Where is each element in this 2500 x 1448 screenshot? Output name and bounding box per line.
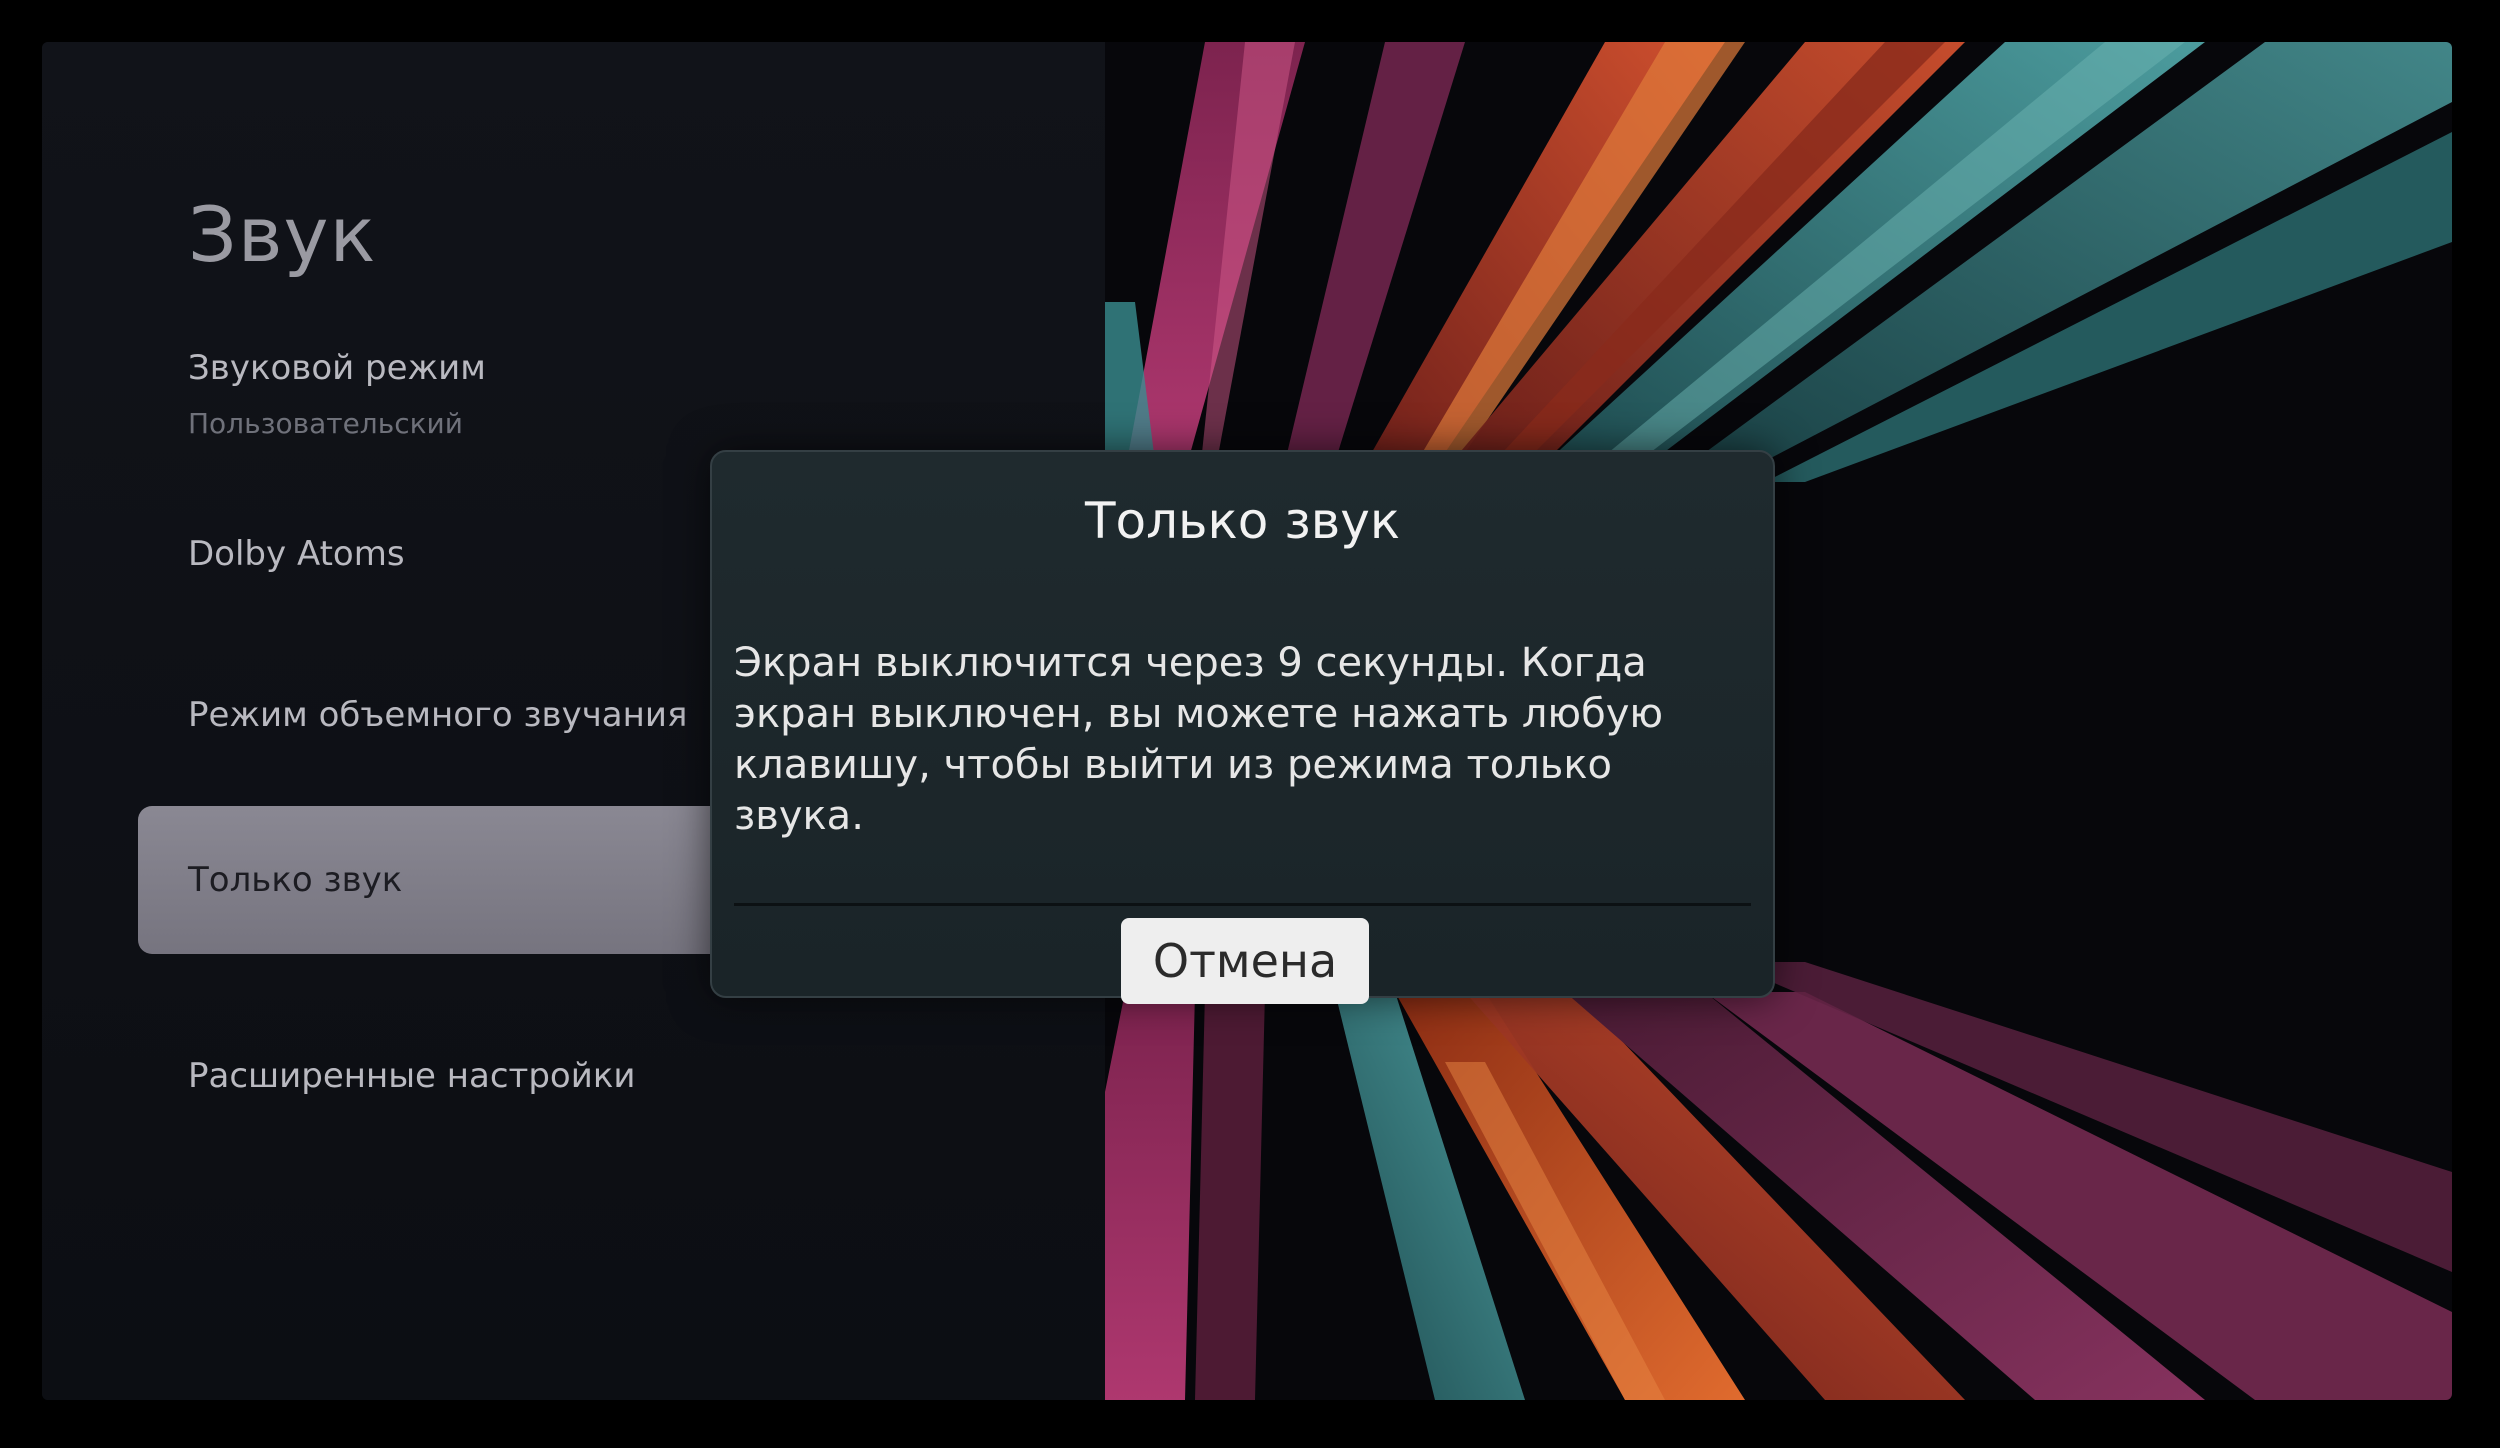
menu-item-dolby-atoms[interactable]: Dolby Atoms [188,534,405,574]
tv-screen: Звук Звуковой режим Пользовательский Dol… [42,42,2452,1400]
menu-item-label: Режим объемного звучания [188,695,688,735]
dialog-divider [734,903,1751,906]
menu-item-advanced-settings[interactable]: Расширенные настройки [188,1056,635,1096]
menu-item-label: Звуковой режим [188,348,486,388]
menu-item-surround-mode[interactable]: Режим объемного звучания [188,695,687,735]
cancel-button[interactable]: Отмена [1121,918,1369,1004]
menu-item-label: Расширенные настройки [188,1056,636,1096]
menu-item-sound-mode-value: Пользовательский [188,407,463,440]
menu-item-label: Только звук [188,860,403,900]
dialog-message: Экран выключится через 9 секунды. Когда … [734,640,1664,839]
page-title: Звук [188,190,377,279]
menu-item-label: Dolby Atoms [188,534,405,574]
dialog-title: Только звук [1084,492,1401,550]
menu-item-sound-mode[interactable]: Звуковой режим [188,348,486,388]
sound-only-dialog: Только звук Экран выключится через 9 сек… [710,450,1775,1004]
tv-frame: Звук Звуковой режим Пользовательский Dol… [0,0,2500,1448]
